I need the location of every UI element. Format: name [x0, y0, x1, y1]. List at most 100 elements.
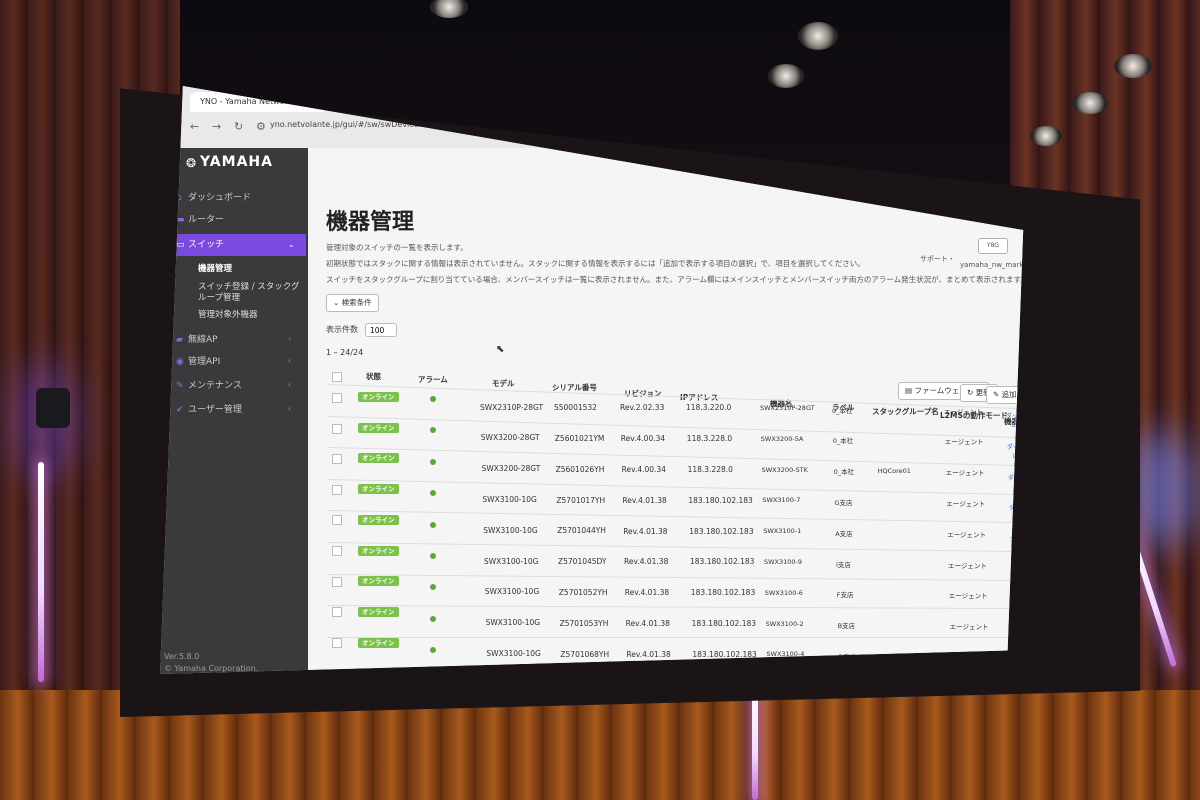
status-badge: オンライン — [358, 606, 399, 617]
cell-model: SWX3100-10G — [484, 556, 539, 566]
cell-label: F支店 — [836, 591, 854, 600]
cell-device-name: SWX3100-6 — [764, 588, 803, 597]
sidebar-item-users[interactable]: ✔ ユーザー管理 — [176, 402, 242, 415]
chevron-left-icon[interactable]: ‹ — [288, 380, 291, 389]
row-checkbox[interactable] — [332, 546, 342, 556]
back-icon[interactable]: ← — [190, 120, 199, 133]
status-badge: オンライン — [358, 422, 399, 433]
header-stack-group[interactable]: スタックグループ名 — [872, 406, 939, 417]
ceiling-light — [1072, 92, 1108, 114]
ceiling-light — [430, 0, 468, 18]
row-checkbox[interactable] — [332, 484, 342, 495]
chevron-left-icon[interactable]: ‹ — [288, 334, 291, 343]
cell-ip: 118.3.220.0 — [686, 403, 732, 413]
cell-label: B支店 — [837, 622, 856, 631]
cell-model: SWX3200-28GT — [481, 464, 541, 474]
sidebar-item-dashboard[interactable]: ⌂ ダッシュボード — [176, 190, 251, 203]
chevron-down-icon[interactable]: ⌄ — [288, 240, 295, 249]
alarm-indicator — [430, 553, 436, 559]
search-conditions-button[interactable]: ⌄ 検索条件 — [326, 294, 379, 312]
cell-l2ms-mode: エージェント — [948, 592, 988, 601]
refresh-icon: ↻ — [967, 388, 976, 397]
row-checkbox[interactable] — [332, 576, 342, 587]
sidebar-item-wireless-ap[interactable]: ▰ 無線AP — [176, 332, 218, 345]
cell-model: SWX3200-28GT — [480, 433, 540, 443]
chevron-left-icon[interactable]: ‹ — [288, 404, 291, 413]
sidebar-item-switch[interactable]: ▭ スイッチ — [160, 234, 306, 256]
row-checkbox[interactable] — [332, 637, 342, 648]
cell-device-name: SWX3100-2 — [765, 619, 804, 628]
browser-tab[interactable]: YNO - Yamaha Network Orga — [190, 92, 325, 112]
cell-model: SWX2310P-28GT — [480, 402, 544, 412]
extension-icon[interactable]: Y8G — [978, 238, 1008, 254]
header-model[interactable]: モデル — [492, 378, 515, 389]
cell-revision: Rev.4.01.38 — [623, 526, 668, 536]
ceiling-light — [1030, 126, 1062, 146]
mouse-cursor: ⬉ — [496, 344, 505, 355]
cell-revision: Rev.4.01.38 — [626, 649, 671, 659]
sidebar-subitem-device-management[interactable]: 機器管理 — [198, 262, 232, 274]
status-badge: オンライン — [358, 392, 399, 402]
status-badge: オンライン — [358, 576, 399, 587]
header-alarm[interactable]: アラーム — [418, 374, 448, 385]
cell-serial: Z5701017YH — [556, 495, 606, 505]
cell-ip: 183.180.102.183 — [688, 495, 753, 505]
cell-serial: Z5701045DY — [558, 557, 607, 567]
status-badge: オンライン — [358, 637, 399, 648]
row-checkbox[interactable] — [332, 423, 342, 434]
cell-ip: 118.3.228.0 — [687, 465, 733, 474]
sidebar-item-router[interactable]: ▬ ルーター — [176, 212, 224, 225]
sidebar-subitem-unmanaged-devices[interactable]: 管理対象外機器 — [198, 308, 258, 320]
select-all-checkbox[interactable] — [332, 372, 342, 382]
cell-ip: 183.180.102.183 — [691, 619, 757, 628]
cell-l2ms-mode: エージェント — [947, 530, 987, 539]
status-badge: オンライン — [358, 514, 399, 525]
ceiling-light — [1114, 54, 1152, 78]
page-description: 管理対象のスイッチの一覧を表示します。 — [326, 243, 468, 252]
check-icon: ✔ — [176, 405, 184, 415]
display-count-select[interactable]: 100 — [365, 323, 397, 337]
cell-revision: Rev.2.02.33 — [620, 403, 665, 413]
switch-icon: ▭ — [176, 240, 185, 250]
sidebar-item-api[interactable]: ◉ 管理API — [176, 354, 220, 367]
cell-serial: Z5701068YH — [560, 649, 610, 659]
forward-icon[interactable]: → — [212, 120, 221, 133]
cell-l2ms-mode: エージェント — [948, 561, 987, 570]
cell-device-name: SWX3200-STK — [761, 465, 808, 474]
cell-ip: 183.180.102.183 — [690, 588, 756, 598]
chevron-left-icon[interactable]: ‹ — [288, 356, 291, 365]
table-row-divider — [328, 636, 1024, 638]
ceiling-light — [798, 22, 838, 50]
cell-ip: 183.180.102.183 — [692, 649, 757, 659]
lamp-pole — [38, 462, 44, 682]
site-info-icon[interactable]: ⚙ — [256, 120, 266, 133]
cell-revision: Rev.4.00.34 — [621, 465, 666, 474]
cell-l2ms-mode: エージェント — [949, 623, 989, 632]
header-status[interactable]: 状態 — [366, 371, 381, 382]
header-revision[interactable]: リビジョン — [624, 388, 662, 399]
row-checkbox[interactable] — [332, 515, 342, 526]
row-checkbox[interactable] — [332, 607, 342, 618]
row-checkbox[interactable] — [332, 454, 342, 465]
cell-serial: Z5701053YH — [559, 618, 609, 628]
sidebar-item-maintenance[interactable]: ✎ メンテナンス — [176, 378, 242, 391]
support-menu[interactable]: サポート・ — [920, 254, 955, 264]
ceiling-light — [768, 64, 804, 88]
cell-revision: Rev.4.01.38 — [624, 557, 669, 567]
reload-icon[interactable]: ↻ — [234, 120, 243, 133]
stack-info-note: 初期状態ではスタックに関する情報は表示されていません。スタックに関する情報を表示… — [326, 259, 865, 268]
member-switch-note: スイッチをスタックグループに割り当てている場合、メンバースイッチは一覧に表示され… — [326, 275, 1028, 284]
cell-serial: Z5601021YM — [554, 433, 605, 443]
cell-label: I支店 — [836, 560, 851, 569]
cell-device-name: SWX2310P-28GT — [760, 404, 815, 412]
sidebar-subitem-group-management[interactable]: ループ管理 — [198, 291, 240, 303]
new-tab-button[interactable]: + — [343, 94, 352, 107]
edit-icon: ✎ — [993, 390, 1002, 399]
status-badge: オンライン — [358, 545, 399, 556]
cell-revision: Rev.4.01.38 — [624, 588, 670, 598]
cell-model: SWX3100-10G — [486, 648, 541, 658]
cell-ip: 183.180.102.183 — [689, 526, 754, 536]
cell-serial: Z5601026YH — [555, 464, 605, 474]
row-checkbox[interactable] — [332, 393, 342, 403]
cell-device-name: SWX3200-5A — [760, 434, 804, 443]
